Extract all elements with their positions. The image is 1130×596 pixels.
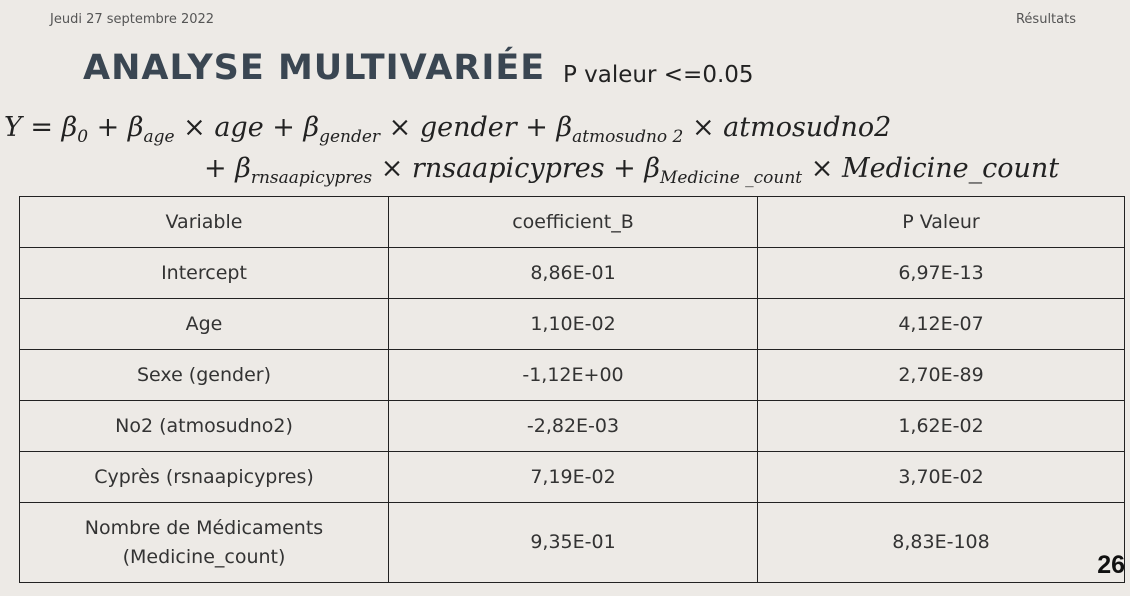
slide-date: Jeudi 27 septembre 2022 (50, 12, 215, 27)
eq-term: + β (204, 153, 251, 184)
eq-term: × age + β (174, 112, 320, 143)
pvalue-threshold: P valeur <=0.05 (563, 62, 754, 88)
equation-line-2: + βrnsaapicypres × rnsaapicypres + βMedi… (204, 153, 1059, 188)
cell-variable: No2 (atmosudno2) (19, 400, 389, 452)
cell-pvalue: 1,62E-02 (757, 400, 1125, 452)
table-row: Sexe (gender) -1,12E+00 2,70E-89 (19, 349, 1125, 401)
cell-variable-line-2: (Medicine_count) (122, 545, 286, 568)
eq-term: × gender + β (380, 112, 573, 143)
cell-pvalue: 2,70E-89 (757, 349, 1125, 401)
cell-variable: Cyprès (rsnaapicypres) (19, 451, 389, 503)
equation-line-1: Y = β0 + βage × age + βgender × gender +… (4, 112, 891, 147)
header-variable: Variable (19, 196, 389, 248)
table-row: No2 (atmosudno2) -2,82E-03 1,62E-02 (19, 400, 1125, 452)
cell-coefficient: 1,10E-02 (388, 298, 758, 350)
table-row: Age 1,10E-02 4,12E-07 (19, 298, 1125, 350)
cell-pvalue: 4,12E-07 (757, 298, 1125, 350)
table-row: Nombre de Médicaments (Medicine_count) 9,… (19, 502, 1125, 583)
cell-variable: Nombre de Médicaments (Medicine_count) (19, 502, 389, 583)
slide-title: ANALYSE MULTIVARIÉE (83, 48, 546, 88)
eq-term: β (61, 112, 78, 143)
cell-coefficient: 9,35E-01 (388, 502, 758, 583)
page-number: 26 (1097, 551, 1125, 579)
cell-variable: Age (19, 298, 389, 350)
eq-subscript: atmosudno 2 (572, 127, 684, 147)
header-pvalue: P Valeur (757, 196, 1125, 248)
table-row: Cyprès (rsnaapicypres) 7,19E-02 3,70E-02 (19, 451, 1125, 503)
eq-subscript: Medicine _count (660, 168, 803, 188)
table-row: Intercept 8,86E-01 6,97E-13 (19, 247, 1125, 299)
eq-subscript: rnsaapicypres (250, 168, 373, 188)
table-header-row: Variable coefficient_B P Valeur (19, 196, 1125, 248)
eq-term: × Medicine_count (802, 153, 1060, 184)
cell-variable: Intercept (19, 247, 389, 299)
cell-coefficient: -1,12E+00 (388, 349, 758, 401)
header-coefficient: coefficient_B (388, 196, 758, 248)
eq-subscript: age (143, 127, 175, 147)
eq-subscript: 0 (77, 127, 89, 147)
cell-variable: Sexe (gender) (19, 349, 389, 401)
eq-term: × rnsaapicypres + β (372, 153, 660, 184)
cell-coefficient: 8,86E-01 (388, 247, 758, 299)
section-label: Résultats (1015, 12, 1076, 27)
cell-coefficient: 7,19E-02 (388, 451, 758, 503)
eq-term: × atmosudno2 (683, 112, 892, 143)
cell-pvalue: 8,83E-108 (757, 502, 1125, 583)
eq-subscript: gender (319, 127, 381, 147)
eq-y: Y = (4, 112, 62, 143)
cell-pvalue: 3,70E-02 (757, 451, 1125, 503)
cell-variable-line-1: Nombre de Médicaments (84, 516, 324, 539)
eq-term: + β (88, 112, 144, 143)
results-table: Variable coefficient_B P Valeur Intercep… (19, 196, 1125, 583)
cell-coefficient: -2,82E-03 (388, 400, 758, 452)
cell-pvalue: 6,97E-13 (757, 247, 1125, 299)
